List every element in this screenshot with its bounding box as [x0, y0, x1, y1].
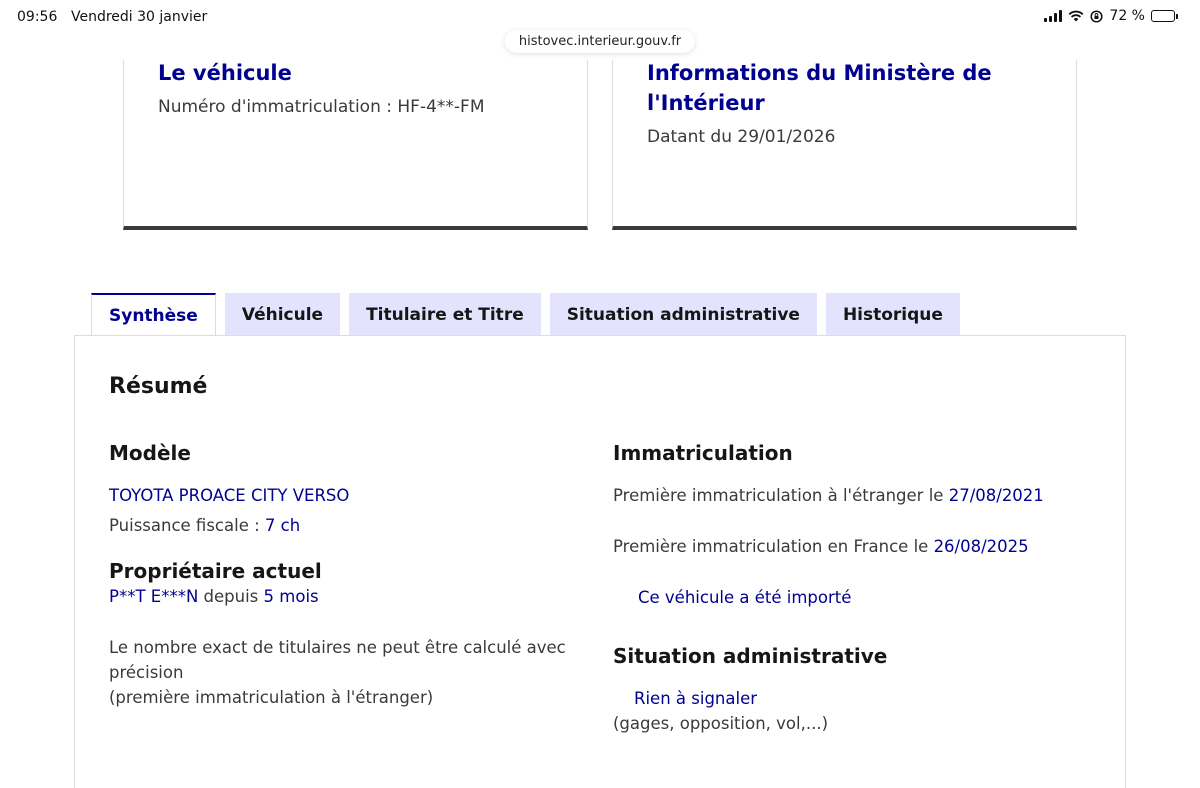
status-bar: 09:56 Vendredi 30 janvier 72 % — [0, 0, 1200, 34]
foreign-registration-date: 27/08/2021 — [948, 486, 1044, 505]
ministry-data-date: Datant du 29/01/2026 — [647, 127, 836, 147]
model-name: TOYOTA PROACE CITY VERSO — [109, 486, 350, 505]
admin-status-details: (gages, opposition, vol,...) — [613, 714, 829, 733]
admin-status-title: Situation administrative — [613, 644, 888, 668]
imported-notice: Ce véhicule a été importé — [638, 588, 852, 607]
status-time: 09:56 — [17, 9, 58, 25]
address-bar[interactable]: histovec.interieur.gouv.fr — [504, 30, 696, 53]
wifi-icon — [1068, 10, 1084, 22]
registration-title: Immatriculation — [613, 441, 793, 465]
france-registration-date: 26/08/2025 — [933, 537, 1029, 556]
battery-icon — [1151, 10, 1178, 22]
tab-synthese[interactable]: Synthèse — [91, 293, 216, 336]
tab-titulaire-et-titre[interactable]: Titulaire et Titre — [349, 293, 541, 336]
owner-count-note: Le nombre exact de titulaires ne peut êt… — [109, 638, 566, 707]
status-date: Vendredi 30 janvier — [71, 9, 208, 25]
vehicle-card-title: Le véhicule — [158, 61, 292, 85]
model-title: Modèle — [109, 441, 191, 465]
tab-bar: Synthèse Véhicule Titulaire et Titre Sit… — [91, 293, 960, 336]
summary-left-column: Modèle TOYOTA PROACE CITY VERSO Puissanc… — [109, 440, 589, 710]
fiscal-power: Puissance fiscale : 7 ch — [109, 516, 301, 535]
battery-percentage: 72 % — [1109, 8, 1145, 24]
owner-title: Propriétaire actuel — [109, 559, 322, 583]
synthese-panel: Résumé Modèle TOYOTA PROACE CITY VERSO P… — [74, 335, 1126, 788]
admin-status-value: Rien à signaler — [634, 689, 758, 708]
vehicle-card: Le véhicule Numéro d'immatriculation : H… — [123, 60, 588, 230]
tab-vehicule[interactable]: Véhicule — [224, 293, 341, 336]
summary-title: Résumé — [109, 374, 208, 399]
status-indicators: 72 % — [1044, 8, 1178, 24]
owner-line: P**T E***N depuis 5 mois — [109, 587, 319, 606]
registration-number: Numéro d'immatriculation : HF-4**-FM — [158, 97, 485, 117]
tab-historique[interactable]: Historique — [825, 293, 960, 336]
summary-right-column: Immatriculation Première immatriculation… — [613, 440, 1093, 736]
owner-since: 5 mois — [263, 587, 319, 606]
owner-name: P**T E***N — [109, 587, 199, 606]
tab-situation-administrative[interactable]: Situation administrative — [549, 293, 817, 336]
france-registration: Première immatriculation en France le 26… — [613, 537, 1029, 556]
orientation-lock-icon — [1090, 9, 1103, 23]
cellular-signal-icon — [1044, 10, 1063, 22]
ministry-card-title: Informations du Ministère de l'Intérieur — [647, 61, 992, 115]
foreign-registration: Première immatriculation à l'étranger le… — [613, 486, 1044, 505]
ministry-card: Informations du Ministère de l'Intérieur… — [612, 60, 1077, 230]
fiscal-power-value: 7 ch — [264, 516, 301, 535]
